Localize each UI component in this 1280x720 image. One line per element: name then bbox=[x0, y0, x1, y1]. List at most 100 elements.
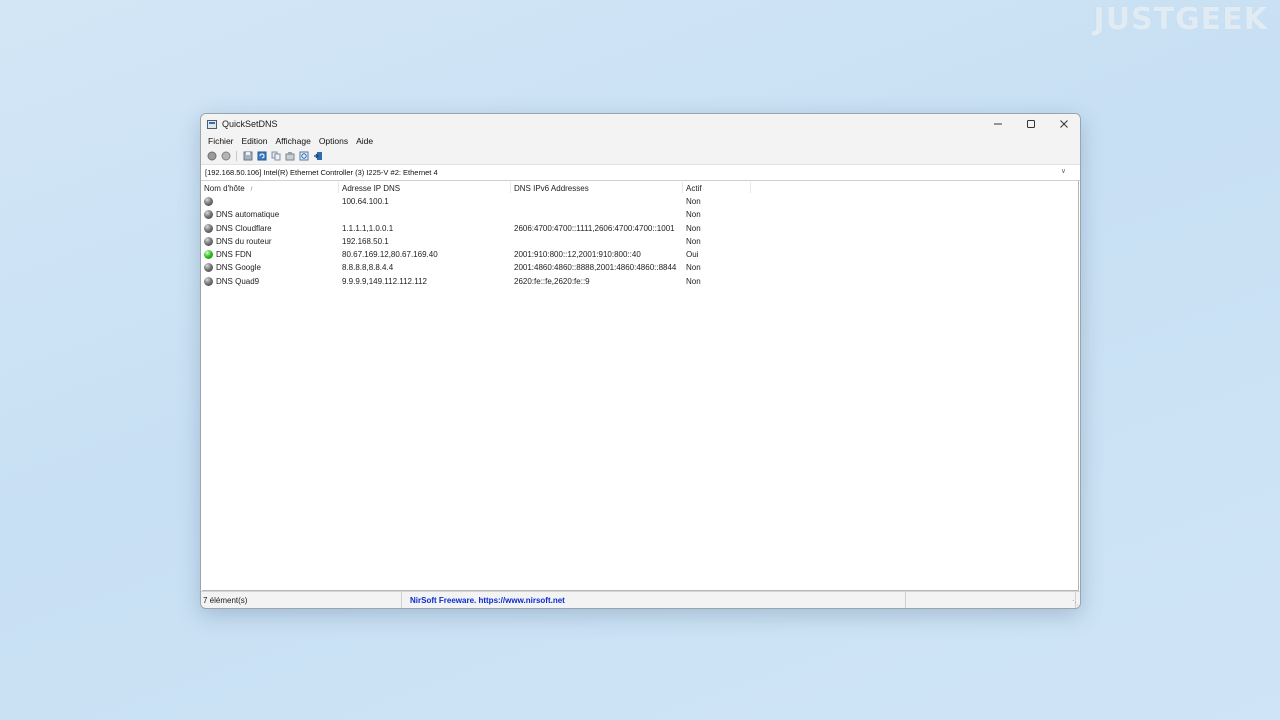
hostname-text: DNS Cloudflare bbox=[216, 223, 272, 233]
table-row[interactable]: DNS Quad9 9.9.9.9,149.112.112.112 2620:f… bbox=[202, 275, 1078, 288]
quicksetdns-window: QuickSetDNS Fichier Edition Affichage Op… bbox=[200, 113, 1081, 609]
table-row[interactable]: DNS Cloudflare 1.1.1.1,1.0.0.1 2606:4700… bbox=[202, 222, 1078, 235]
inactive-status-icon bbox=[204, 197, 213, 206]
menu-aide[interactable]: Aide bbox=[352, 136, 377, 146]
active-cell: Oui bbox=[686, 250, 699, 260]
dns-ip-cell: 1.1.1.1,1.0.0.1 bbox=[342, 223, 394, 233]
adapter-select[interactable]: [192.168.50.106] Intel(R) Ethernet Contr… bbox=[201, 165, 1080, 181]
hostname-cell: DNS automatique bbox=[204, 210, 280, 220]
toolbar-separator bbox=[236, 151, 237, 161]
hostname-text: DNS Quad9 bbox=[216, 276, 260, 286]
menu-affichage[interactable]: Affichage bbox=[272, 136, 315, 146]
disable-button[interactable] bbox=[220, 151, 231, 162]
enable-icon bbox=[207, 151, 216, 161]
minimize-button[interactable] bbox=[981, 114, 1014, 134]
maximize-icon bbox=[1026, 120, 1035, 128]
column-header-dns-ip[interactable]: Adresse IP DNS bbox=[342, 184, 400, 193]
list-rows: 100.64.100.1 Non DNS automatique Non DNS… bbox=[202, 195, 1078, 288]
nirsoft-link[interactable]: NirSoft Freeware. https://www.nirsoft.ne… bbox=[402, 592, 906, 608]
inactive-status-icon bbox=[204, 223, 213, 233]
html-report-icon bbox=[299, 151, 308, 161]
exit-button[interactable] bbox=[312, 151, 323, 162]
dns-ipv6-cell: 2001:910:800::12,2001:910:800::40 bbox=[514, 250, 641, 260]
properties-button[interactable] bbox=[284, 151, 295, 162]
disable-icon bbox=[221, 151, 230, 161]
menu-edition[interactable]: Edition bbox=[238, 136, 272, 146]
hostname-cell bbox=[204, 197, 216, 206]
maximize-button[interactable] bbox=[1014, 114, 1047, 134]
hostname-cell: DNS Quad9 bbox=[204, 276, 260, 286]
table-row[interactable]: DNS automatique Non bbox=[202, 208, 1078, 221]
sort-icon: / bbox=[250, 186, 253, 193]
status-empty-cell bbox=[906, 592, 1076, 608]
inactive-status-icon bbox=[204, 263, 213, 273]
toolbar bbox=[201, 148, 1080, 165]
dns-ip-cell: 100.64.100.1 bbox=[342, 197, 389, 206]
menu-options[interactable]: Options bbox=[315, 136, 352, 146]
column-divider[interactable] bbox=[750, 182, 751, 193]
column-divider[interactable] bbox=[338, 182, 339, 193]
table-row[interactable]: 100.64.100.1 Non bbox=[202, 195, 1078, 208]
copy-icon bbox=[271, 151, 280, 161]
save-button[interactable] bbox=[242, 151, 253, 162]
app-icon bbox=[207, 119, 217, 129]
enable-button[interactable] bbox=[206, 151, 217, 162]
adapter-selected-value: [192.168.50.106] Intel(R) Ethernet Contr… bbox=[205, 168, 438, 177]
dns-ipv6-cell: 2606:4700:4700::1111,2606:4700:4700::100… bbox=[514, 223, 675, 233]
table-row[interactable]: DNS FDN 80.67.169.12,80.67.169.40 2001:9… bbox=[202, 248, 1078, 261]
minimize-icon bbox=[993, 123, 1002, 125]
resize-grip-icon[interactable]: ⋱ bbox=[1072, 599, 1079, 607]
active-cell: Non bbox=[686, 197, 701, 206]
active-cell: Non bbox=[686, 223, 701, 233]
hostname-cell: DNS FDN bbox=[204, 250, 252, 260]
column-header-hostname-label: Nom d'hôte bbox=[204, 183, 245, 193]
dns-ipv6-cell: 2620:fe::fe,2620:fe::9 bbox=[514, 276, 590, 286]
active-status-icon bbox=[204, 250, 213, 260]
dns-ip-cell: 192.168.50.1 bbox=[342, 236, 389, 246]
hostname-text: DNS Google bbox=[216, 263, 261, 273]
table-row[interactable]: DNS du routeur 192.168.50.1 Non bbox=[202, 235, 1078, 248]
justgeek-watermark: JUSTGEEK bbox=[1093, 2, 1268, 37]
active-cell: Non bbox=[686, 276, 701, 286]
column-header-hostname[interactable]: Nom d'hôte / bbox=[204, 184, 252, 193]
status-bar: 7 élément(s) NirSoft Freeware. https://w… bbox=[201, 591, 1080, 608]
copy-button[interactable] bbox=[270, 151, 281, 162]
menu-fichier[interactable]: Fichier bbox=[204, 136, 238, 146]
html-report-button[interactable] bbox=[298, 151, 309, 162]
list-header: Nom d'hôte / Adresse IP DNS DNS IPv6 Addr… bbox=[202, 181, 1078, 195]
column-header-active[interactable]: Actif bbox=[686, 184, 702, 193]
exit-icon bbox=[313, 152, 322, 160]
dns-ipv6-cell: 2001:4860:4860::8888,2001:4860:4860::884… bbox=[514, 263, 677, 273]
dns-ip-cell: 8.8.8.8,8.8.4.4 bbox=[342, 263, 394, 273]
table-row[interactable]: DNS Google 8.8.8.8,8.8.4.4 2001:4860:486… bbox=[202, 261, 1078, 274]
chevron-down-icon[interactable]: ∨ bbox=[1061, 167, 1066, 175]
dns-ip-cell: 9.9.9.9,149.112.112.112 bbox=[342, 276, 427, 286]
close-button[interactable] bbox=[1047, 114, 1080, 134]
properties-icon bbox=[285, 152, 294, 161]
column-header-dns-ipv6[interactable]: DNS IPv6 Addresses bbox=[514, 184, 589, 193]
inactive-status-icon bbox=[204, 236, 213, 246]
column-divider[interactable] bbox=[510, 182, 511, 193]
active-cell: Non bbox=[686, 210, 701, 220]
active-cell: Non bbox=[686, 263, 701, 273]
column-divider[interactable] bbox=[682, 182, 683, 193]
refresh-button[interactable] bbox=[256, 151, 267, 162]
hostname-text: DNS FDN bbox=[216, 250, 252, 260]
title-bar[interactable]: QuickSetDNS bbox=[201, 114, 1080, 134]
menu-bar: Fichier Edition Affichage Options Aide bbox=[201, 134, 1080, 148]
window-controls bbox=[981, 114, 1080, 134]
close-icon bbox=[1059, 120, 1068, 128]
refresh-icon bbox=[257, 151, 266, 161]
inactive-status-icon bbox=[204, 276, 213, 286]
hostname-cell: DNS Google bbox=[204, 263, 261, 273]
save-icon bbox=[243, 151, 252, 161]
hostname-text: DNS du routeur bbox=[216, 236, 272, 246]
status-item-count: 7 élément(s) bbox=[201, 592, 402, 608]
dns-ip-cell: 80.67.169.12,80.67.169.40 bbox=[342, 250, 438, 260]
inactive-status-icon bbox=[204, 210, 213, 220]
window-title: QuickSetDNS bbox=[222, 119, 278, 129]
active-cell: Non bbox=[686, 236, 701, 246]
hostname-text: DNS automatique bbox=[216, 210, 280, 220]
dns-list: Nom d'hôte / Adresse IP DNS DNS IPv6 Addr… bbox=[202, 181, 1079, 591]
hostname-cell: DNS Cloudflare bbox=[204, 223, 272, 233]
